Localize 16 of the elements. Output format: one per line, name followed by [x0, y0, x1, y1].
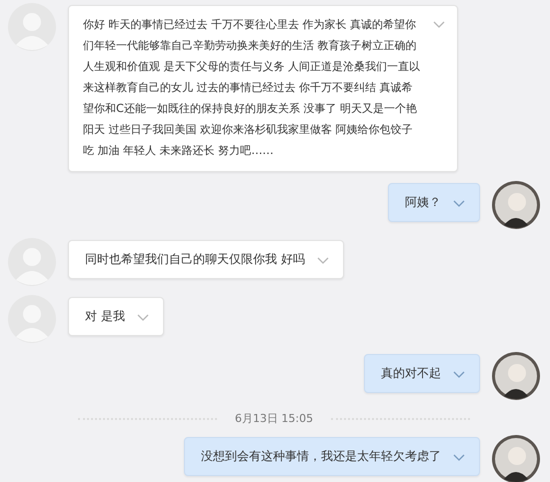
chevron-down-icon[interactable]	[136, 314, 149, 322]
chevron-down-icon[interactable]	[433, 21, 445, 29]
message-text: 对 是我	[85, 309, 125, 324]
chevron-down-icon[interactable]	[316, 257, 329, 265]
avatar-icon	[492, 181, 540, 229]
chevron-down-icon[interactable]	[453, 454, 465, 462]
message-text: 阿姨？	[405, 195, 441, 210]
timestamp: 6月13日 15:05	[234, 411, 314, 426]
message-text: 同时也希望我们自己的聊天仅限你我 好吗	[85, 252, 305, 267]
avatar-icon	[492, 435, 540, 482]
chevron-down-icon[interactable]	[453, 371, 465, 379]
avatar-icon	[492, 352, 540, 400]
message-text: 真的对不起	[381, 366, 441, 381]
message-text: 你好 昨天的事情已经过去 千万不要往心里去 作为家长 真诚的希望你们年轻一代能够靠自己辛勤劳动换来美好的生活 教育孩子树立正确的人生观和价值观 是天下父母的责任与义务 人间正道是沧桑我们一直以来这样教育自己的女儿 过去的事情已经过去 你千万不要纠结 真诚希望你和C还能一如既往的保持良好的朋友关系 没事了 明天又是一个艳阳天 过些日子我回美国 欢迎你来洛杉矶我家里做客 阿姨给你包饺子吃 加油 年轻人 未来路还长 努力吧……	[83, 17, 421, 159]
message-text: 没想到会有这种事情，我还是太年轻欠考虑了	[201, 449, 441, 464]
chevron-down-icon[interactable]	[453, 200, 465, 208]
